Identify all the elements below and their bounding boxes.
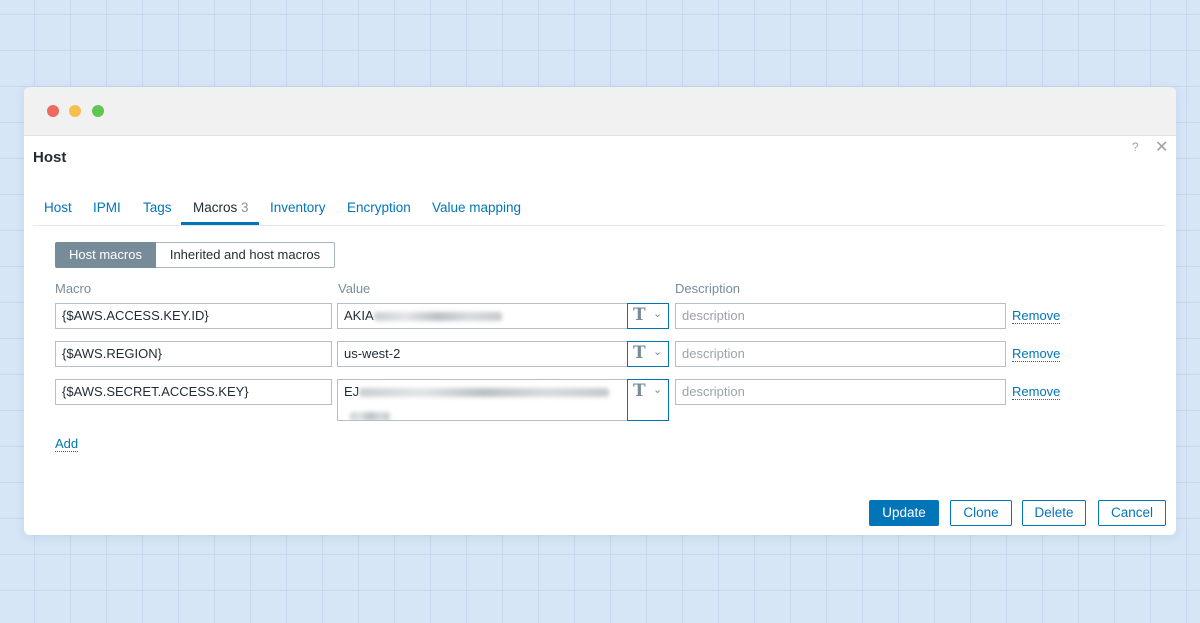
segment-host-macros[interactable]: Host macros [55, 242, 156, 268]
value-type-selector[interactable]: T ⌄ [627, 303, 669, 329]
tab-tags[interactable]: Tags [143, 200, 172, 215]
tab-inventory[interactable]: Inventory [270, 200, 326, 215]
text-type-icon: T [633, 305, 646, 325]
obscured-value [373, 312, 502, 322]
tab-host[interactable]: Host [44, 200, 72, 215]
value-type-selector[interactable]: T ⌄ [627, 341, 669, 367]
active-tab-indicator [181, 222, 259, 225]
obscured-value [359, 388, 610, 398]
clone-button[interactable]: Clone [950, 500, 1012, 526]
delete-button[interactable]: Delete [1022, 500, 1086, 526]
column-header-value: Value [338, 281, 371, 296]
column-header-description: Description [675, 281, 741, 296]
tab-macros[interactable]: Macros 3 [193, 200, 249, 215]
obscured-value [350, 412, 390, 420]
value-field[interactable]: us-west-2 [337, 341, 628, 367]
remove-macro-link[interactable]: Remove [1012, 308, 1061, 324]
help-icon[interactable]: ? [1132, 140, 1139, 154]
tab-ipmi[interactable]: IPMI [93, 200, 121, 215]
add-macro-link[interactable]: Add [55, 436, 79, 452]
dialog-title: Host [33, 149, 67, 166]
remove-macro-link[interactable]: Remove [1012, 346, 1061, 362]
macro-field[interactable]: {$AWS.ACCESS.KEY.ID} [55, 303, 332, 329]
value-field[interactable]: EJ [337, 379, 628, 421]
minimize-window-button[interactable] [69, 105, 81, 117]
description-field[interactable]: description [675, 341, 1006, 367]
description-field[interactable]: description [675, 379, 1006, 405]
value-text: AKIA [344, 308, 374, 323]
segment-inherited-macros[interactable]: Inherited and host macros [156, 242, 335, 268]
chevron-down-icon: ⌄ [653, 384, 663, 396]
update-button[interactable]: Update [869, 500, 939, 526]
value-text: EJ [344, 384, 360, 399]
column-header-macro: Macro [55, 281, 92, 296]
text-type-icon: T [633, 343, 646, 363]
tab-encryption[interactable]: Encryption [347, 200, 411, 215]
chevron-down-icon: ⌄ [653, 308, 663, 320]
cancel-button[interactable]: Cancel [1098, 500, 1166, 526]
value-type-selector[interactable]: T ⌄ [627, 379, 669, 421]
tab-macros-count: 3 [241, 200, 249, 215]
macro-field[interactable]: {$AWS.SECRET.ACCESS.KEY} [55, 379, 332, 405]
close-icon[interactable]: ✕ [1155, 137, 1168, 157]
tab-bar: Host IPMI Tags Macros 3 Inventory Encryp… [33, 195, 1165, 226]
tab-macros-label: Macros [193, 200, 238, 215]
value-field[interactable]: AKIA [337, 303, 628, 329]
maximize-window-button[interactable] [92, 105, 104, 117]
remove-macro-link[interactable]: Remove [1012, 384, 1061, 400]
chevron-down-icon: ⌄ [653, 346, 663, 358]
description-field[interactable]: description [675, 303, 1006, 329]
tab-value-mapping[interactable]: Value mapping [432, 200, 521, 215]
host-dialog-window: Host ? ✕ Host IPMI Tags Macros 3 Invento… [24, 87, 1176, 535]
window-titlebar [24, 87, 1176, 136]
close-window-button[interactable] [47, 105, 59, 117]
macro-field[interactable]: {$AWS.REGION} [55, 341, 332, 367]
text-type-icon: T [633, 381, 646, 401]
